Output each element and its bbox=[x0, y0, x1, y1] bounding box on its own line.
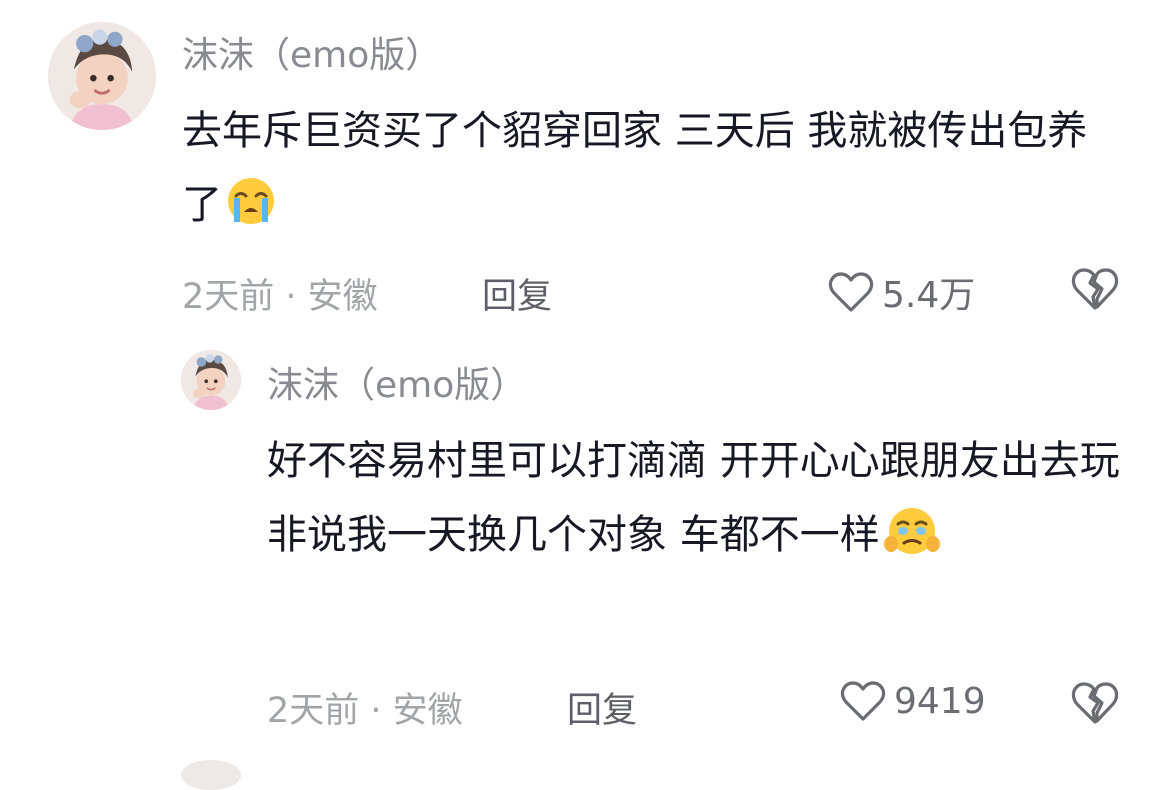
like-count: 5.4万 bbox=[882, 275, 976, 316]
comment-text-content: 去年斥巨资买了个貂穿回家 三天后 我就被传出包养了 bbox=[182, 108, 1088, 228]
avatar[interactable] bbox=[181, 350, 241, 410]
like-count: 9419 bbox=[894, 680, 986, 722]
comment-text: 去年斥巨资买了个貂穿回家 三天后 我就被传出包养了 bbox=[182, 94, 1122, 242]
reply-button[interactable]: 回复 bbox=[482, 268, 552, 319]
heart-outline-icon bbox=[840, 681, 886, 721]
comment-meta: 2天前 · 安徽 bbox=[267, 691, 463, 731]
like-button[interactable]: 5.4万 bbox=[828, 266, 975, 318]
comment-text: 好不容易村里可以打滴滴 开开心心跟朋友出去玩 非说我一天换几个对象 车都不一样 bbox=[267, 424, 1137, 572]
heart-outline-icon bbox=[828, 272, 874, 312]
comment-text-content: 好不容易村里可以打滴滴 开开心心跟朋友出去玩 非说我一天换几个对象 车都不一样 bbox=[267, 438, 1120, 558]
broken-heart-icon bbox=[1071, 268, 1119, 310]
loudly-crying-face-icon bbox=[226, 176, 276, 226]
avatar[interactable] bbox=[48, 22, 156, 130]
comment-username[interactable]: 沫沫（emo版） bbox=[182, 26, 441, 78]
next-comment-avatar[interactable] bbox=[181, 760, 241, 790]
dislike-button[interactable] bbox=[1070, 680, 1120, 730]
comment-meta: 2天前 · 安徽 bbox=[182, 277, 378, 317]
broken-heart-icon bbox=[1071, 682, 1119, 724]
dislike-button[interactable] bbox=[1070, 266, 1120, 316]
reply-button[interactable]: 回复 bbox=[567, 682, 637, 733]
comment-username[interactable]: 沫沫（emo版） bbox=[267, 356, 526, 408]
face-holding-back-tears-icon bbox=[883, 506, 940, 556]
like-button[interactable]: 9419 bbox=[840, 680, 986, 722]
